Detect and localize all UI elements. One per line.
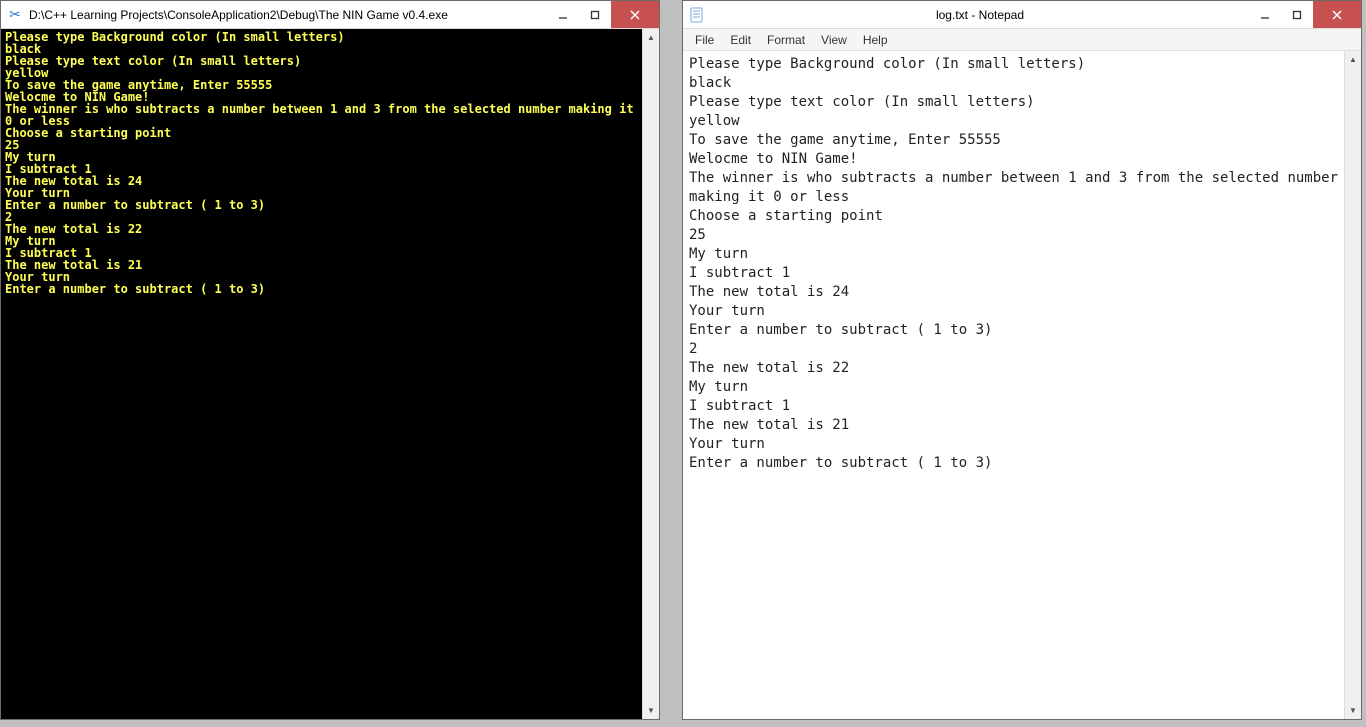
scissors-icon: ✂ <box>7 7 23 23</box>
minimize-button[interactable] <box>1249 1 1281 28</box>
scroll-down-button[interactable]: ▼ <box>643 702 659 719</box>
menu-file[interactable]: File <box>687 31 722 49</box>
menu-view[interactable]: View <box>813 31 855 49</box>
menu-help[interactable]: Help <box>855 31 896 49</box>
notepad-scrollbar[interactable]: ▲ ▼ <box>1344 51 1361 719</box>
notepad-text-area[interactable]: Please type Background color (In small l… <box>683 51 1344 719</box>
notepad-menubar: File Edit Format View Help <box>683 29 1361 51</box>
notepad-titlebar[interactable]: log.txt - Notepad <box>683 1 1361 29</box>
menu-format[interactable]: Format <box>759 31 813 49</box>
window-controls <box>547 1 659 28</box>
close-button[interactable] <box>1313 1 1361 28</box>
console-title: D:\C++ Learning Projects\ConsoleApplicat… <box>29 8 547 22</box>
scroll-down-button[interactable]: ▼ <box>1345 702 1361 719</box>
maximize-button[interactable] <box>1281 1 1313 28</box>
menu-edit[interactable]: Edit <box>722 31 759 49</box>
notepad-client-wrap: Please type Background color (In small l… <box>683 51 1361 719</box>
notepad-window: log.txt - Notepad File Edit Format View … <box>682 0 1362 720</box>
close-button[interactable] <box>611 1 659 28</box>
scroll-up-button[interactable]: ▲ <box>1345 51 1361 68</box>
notepad-icon <box>689 7 705 23</box>
maximize-button[interactable] <box>579 1 611 28</box>
window-controls <box>1249 1 1361 28</box>
console-output[interactable]: Please type Background color (In small l… <box>1 29 642 719</box>
console-scrollbar[interactable]: ▲ ▼ <box>642 29 659 719</box>
minimize-button[interactable] <box>547 1 579 28</box>
scroll-up-button[interactable]: ▲ <box>643 29 659 46</box>
console-titlebar[interactable]: ✂ D:\C++ Learning Projects\ConsoleApplic… <box>1 1 659 29</box>
console-client-wrap: Please type Background color (In small l… <box>1 29 659 719</box>
console-window: ✂ D:\C++ Learning Projects\ConsoleApplic… <box>0 0 660 720</box>
notepad-title: log.txt - Notepad <box>711 8 1249 22</box>
